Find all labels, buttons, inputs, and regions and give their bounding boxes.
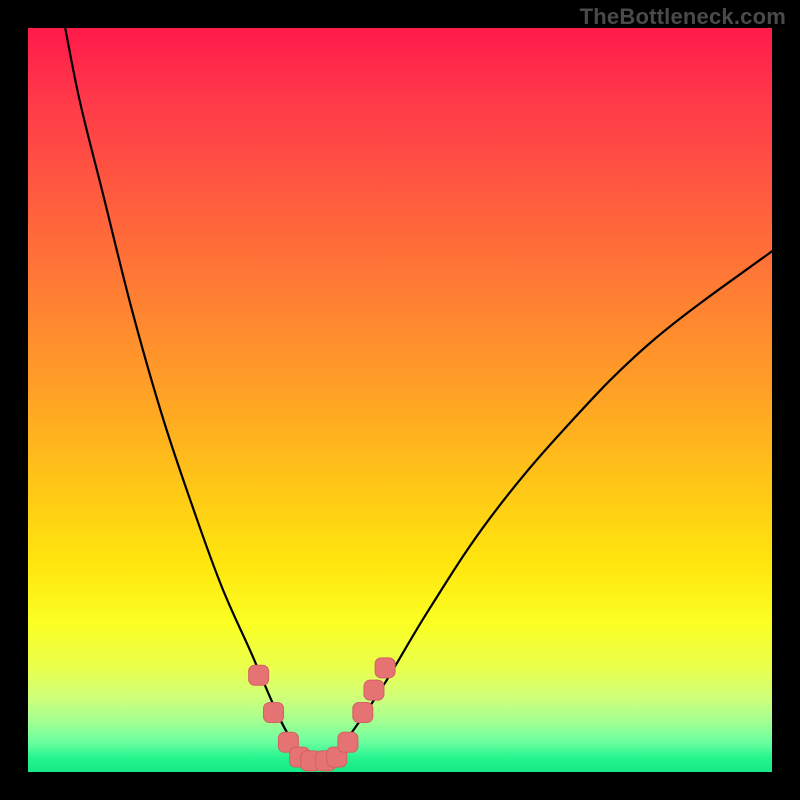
curve-marker <box>375 658 395 678</box>
plot-area <box>28 28 772 772</box>
chart-svg <box>28 28 772 772</box>
curve-marker <box>264 702 284 722</box>
curve-marker <box>353 702 373 722</box>
bottleneck-curve-path <box>65 28 772 761</box>
watermark-text: TheBottleneck.com <box>580 4 786 30</box>
curve-marker <box>338 732 358 752</box>
curve-marker <box>249 665 269 685</box>
curve-marker <box>364 680 384 700</box>
outer-frame: TheBottleneck.com <box>0 0 800 800</box>
marker-group <box>249 658 395 771</box>
